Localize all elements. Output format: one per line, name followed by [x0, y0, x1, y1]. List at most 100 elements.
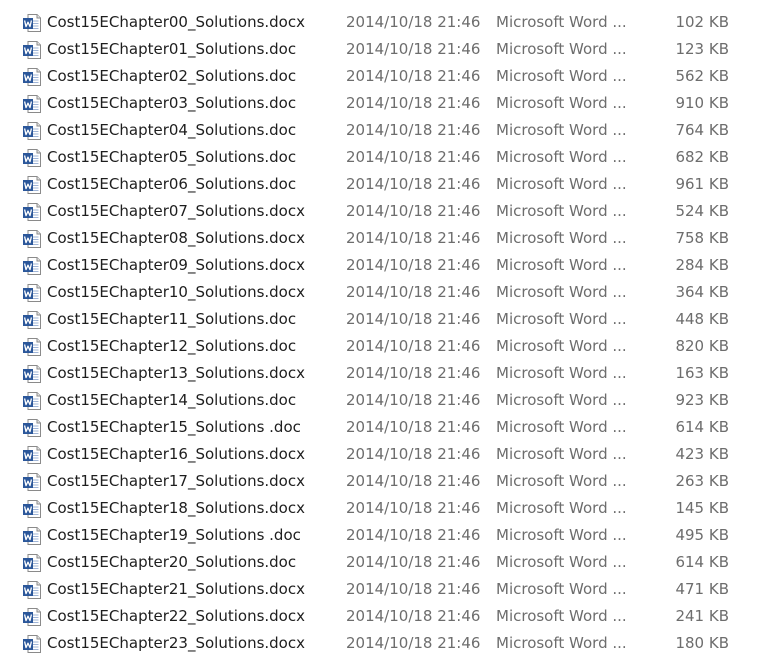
file-row[interactable]: Cost15EChapter15_Solutions .doc 2014/10/…: [0, 414, 770, 441]
file-type: Microsoft Word ...: [496, 364, 627, 382]
file-modified-date: 2014/10/18 21:46: [346, 364, 481, 382]
file-row[interactable]: Cost15EChapter11_Solutions.doc 2014/10/1…: [0, 306, 770, 333]
file-row[interactable]: Cost15EChapter06_Solutions.doc 2014/10/1…: [0, 171, 770, 198]
file-row[interactable]: Cost15EChapter18_Solutions.docx 2014/10/…: [0, 495, 770, 522]
file-size: 284 KB: [675, 256, 729, 274]
word-document-icon: [22, 499, 42, 519]
file-type: Microsoft Word ...: [496, 283, 627, 301]
file-size: 614 KB: [675, 553, 729, 571]
file-name: Cost15EChapter04_Solutions.doc: [47, 121, 297, 139]
file-size: 923 KB: [675, 391, 729, 409]
file-size: 263 KB: [675, 472, 729, 490]
file-type: Microsoft Word ...: [496, 580, 627, 598]
word-document-icon: [22, 580, 42, 600]
file-type: Microsoft Word ...: [496, 472, 627, 490]
file-modified-date: 2014/10/18 21:46: [346, 607, 481, 625]
file-row[interactable]: Cost15EChapter19_Solutions .doc 2014/10/…: [0, 522, 770, 549]
word-document-icon: [22, 256, 42, 276]
file-name: Cost15EChapter12_Solutions.doc: [47, 337, 297, 355]
file-row[interactable]: Cost15EChapter20_Solutions.doc 2014/10/1…: [0, 549, 770, 576]
word-document-icon: [22, 364, 42, 384]
file-row[interactable]: Cost15EChapter05_Solutions.doc 2014/10/1…: [0, 144, 770, 171]
file-name: Cost15EChapter01_Solutions.doc: [47, 40, 297, 58]
file-size: 562 KB: [675, 67, 729, 85]
word-document-icon: [22, 310, 42, 330]
file-modified-date: 2014/10/18 21:46: [346, 67, 481, 85]
file-row[interactable]: Cost15EChapter02_Solutions.doc 2014/10/1…: [0, 63, 770, 90]
word-document-icon: [22, 94, 42, 114]
file-row[interactable]: Cost15EChapter23_Solutions.docx 2014/10/…: [0, 630, 770, 657]
file-row[interactable]: Cost15EChapter07_Solutions.docx 2014/10/…: [0, 198, 770, 225]
file-size: 123 KB: [675, 40, 729, 58]
word-document-icon: [22, 418, 42, 438]
file-size: 180 KB: [675, 634, 729, 652]
file-modified-date: 2014/10/18 21:46: [346, 256, 481, 274]
file-type: Microsoft Word ...: [496, 553, 627, 571]
file-row[interactable]: Cost15EChapter09_Solutions.docx 2014/10/…: [0, 252, 770, 279]
file-size: 820 KB: [675, 337, 729, 355]
word-document-icon: [22, 148, 42, 168]
file-type: Microsoft Word ...: [496, 445, 627, 463]
file-modified-date: 2014/10/18 21:46: [346, 229, 481, 247]
file-modified-date: 2014/10/18 21:46: [346, 391, 481, 409]
word-document-icon: [22, 40, 42, 60]
file-row[interactable]: Cost15EChapter14_Solutions.doc 2014/10/1…: [0, 387, 770, 414]
file-type: Microsoft Word ...: [496, 148, 627, 166]
file-row[interactable]: Cost15EChapter22_Solutions.docx 2014/10/…: [0, 603, 770, 630]
file-row[interactable]: Cost15EChapter03_Solutions.doc 2014/10/1…: [0, 90, 770, 117]
file-modified-date: 2014/10/18 21:46: [346, 553, 481, 571]
file-row[interactable]: Cost15EChapter21_Solutions.docx 2014/10/…: [0, 576, 770, 603]
file-name: Cost15EChapter06_Solutions.doc: [47, 175, 297, 193]
file-type: Microsoft Word ...: [496, 94, 627, 112]
file-name: Cost15EChapter07_Solutions.docx: [47, 202, 305, 220]
word-document-icon: [22, 553, 42, 573]
file-name: Cost15EChapter23_Solutions.docx: [47, 634, 305, 652]
file-modified-date: 2014/10/18 21:46: [346, 94, 481, 112]
file-modified-date: 2014/10/18 21:46: [346, 148, 481, 166]
file-size: 102 KB: [675, 13, 729, 31]
file-size: 495 KB: [675, 526, 729, 544]
file-type: Microsoft Word ...: [496, 418, 627, 436]
file-type: Microsoft Word ...: [496, 391, 627, 409]
file-modified-date: 2014/10/18 21:46: [346, 40, 481, 58]
file-modified-date: 2014/10/18 21:46: [346, 310, 481, 328]
file-type: Microsoft Word ...: [496, 40, 627, 58]
file-modified-date: 2014/10/18 21:46: [346, 202, 481, 220]
word-document-icon: [22, 229, 42, 249]
file-row[interactable]: Cost15EChapter00_Solutions.docx 2014/10/…: [0, 9, 770, 36]
file-modified-date: 2014/10/18 21:46: [346, 499, 481, 517]
file-name: Cost15EChapter10_Solutions.docx: [47, 283, 305, 301]
file-row[interactable]: Cost15EChapter10_Solutions.docx 2014/10/…: [0, 279, 770, 306]
word-document-icon: [22, 634, 42, 654]
file-size: 448 KB: [675, 310, 729, 328]
file-size: 961 KB: [675, 175, 729, 193]
file-modified-date: 2014/10/18 21:46: [346, 13, 481, 31]
word-document-icon: [22, 13, 42, 33]
file-modified-date: 2014/10/18 21:46: [346, 337, 481, 355]
word-document-icon: [22, 175, 42, 195]
file-row[interactable]: Cost15EChapter16_Solutions.docx 2014/10/…: [0, 441, 770, 468]
file-row[interactable]: Cost15EChapter13_Solutions.docx 2014/10/…: [0, 360, 770, 387]
word-document-icon: [22, 283, 42, 303]
file-row[interactable]: Cost15EChapter08_Solutions.docx 2014/10/…: [0, 225, 770, 252]
file-modified-date: 2014/10/18 21:46: [346, 580, 481, 598]
file-size: 614 KB: [675, 418, 729, 436]
file-type: Microsoft Word ...: [496, 67, 627, 85]
file-row[interactable]: Cost15EChapter17_Solutions.docx 2014/10/…: [0, 468, 770, 495]
file-size: 758 KB: [675, 229, 729, 247]
file-name: Cost15EChapter19_Solutions .doc: [47, 526, 301, 544]
file-modified-date: 2014/10/18 21:46: [346, 634, 481, 652]
file-size: 764 KB: [675, 121, 729, 139]
file-type: Microsoft Word ...: [496, 256, 627, 274]
file-size: 364 KB: [675, 283, 729, 301]
file-row[interactable]: Cost15EChapter01_Solutions.doc 2014/10/1…: [0, 36, 770, 63]
file-size: 241 KB: [675, 607, 729, 625]
file-row[interactable]: Cost15EChapter04_Solutions.doc 2014/10/1…: [0, 117, 770, 144]
file-row[interactable]: Cost15EChapter12_Solutions.doc 2014/10/1…: [0, 333, 770, 360]
word-document-icon: [22, 526, 42, 546]
file-name: Cost15EChapter11_Solutions.doc: [47, 310, 297, 328]
file-type: Microsoft Word ...: [496, 175, 627, 193]
file-type: Microsoft Word ...: [496, 634, 627, 652]
file-size: 145 KB: [675, 499, 729, 517]
file-modified-date: 2014/10/18 21:46: [346, 175, 481, 193]
